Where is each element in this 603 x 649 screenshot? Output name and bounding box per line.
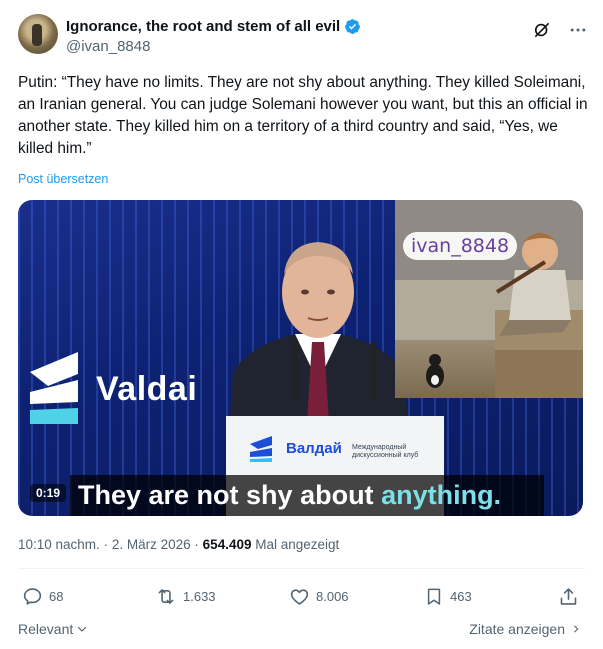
inset-image: ivan_8848 bbox=[395, 200, 583, 398]
bookmark-button[interactable]: 463 bbox=[424, 586, 472, 607]
author-display-name[interactable]: Ignorance, the root and stem of all evil bbox=[66, 18, 340, 35]
avatar[interactable] bbox=[18, 14, 58, 54]
grok-icon[interactable] bbox=[532, 20, 552, 40]
divider bbox=[18, 568, 585, 569]
chevron-right-icon bbox=[574, 625, 579, 633]
caption-highlight: anything. bbox=[381, 480, 502, 510]
podium-valdai-text: Валдай bbox=[286, 440, 342, 457]
bookmark-count: 463 bbox=[450, 589, 472, 604]
chevron-down-icon bbox=[78, 626, 87, 632]
share-icon bbox=[560, 588, 577, 605]
post-time[interactable]: 10:10 nachm. bbox=[18, 537, 100, 552]
reply-icon bbox=[23, 588, 42, 605]
action-bar: 68 1.633 8.006 463 bbox=[18, 586, 588, 610]
tweet-text: Putin: “They have no limits. They are no… bbox=[18, 74, 592, 157]
repost-icon bbox=[158, 589, 174, 604]
quotes-label: Zitate anzeigen bbox=[469, 621, 565, 637]
meta-separator: · bbox=[103, 537, 109, 552]
author-handle[interactable]: @ivan_8848 bbox=[66, 38, 150, 55]
view-count-label: Mal angezeigt bbox=[255, 537, 340, 552]
view-quotes-link[interactable]: Zitate anzeigen bbox=[469, 621, 581, 637]
bookmark-icon bbox=[427, 588, 441, 605]
like-icon bbox=[290, 589, 309, 605]
video-timestamp: 0:19 bbox=[30, 484, 67, 502]
like-count: 8.006 bbox=[316, 589, 349, 604]
author-name-row[interactable]: Ignorance, the root and stem of all evil bbox=[66, 17, 361, 35]
sort-label: Relevant bbox=[18, 621, 74, 637]
inset-scene bbox=[395, 200, 583, 398]
reply-count: 68 bbox=[49, 589, 64, 604]
inset-watermark: ivan_8848 bbox=[403, 232, 518, 260]
caption-text: They are not shy about bbox=[78, 480, 382, 510]
like-button[interactable]: 8.006 bbox=[289, 586, 349, 607]
header-actions bbox=[532, 20, 588, 40]
video-player[interactable]: Valdai Валдай Международный дискуссионны… bbox=[18, 200, 583, 516]
repost-count: 1.633 bbox=[183, 589, 216, 604]
repost-button[interactable]: 1.633 bbox=[155, 586, 216, 607]
verified-icon bbox=[345, 18, 361, 34]
video-caption: They are not shy about anything. bbox=[78, 480, 501, 511]
reply-button[interactable]: 68 bbox=[22, 586, 63, 607]
meta-separator: · bbox=[194, 537, 199, 552]
post-date[interactable]: 2. März 2026 bbox=[112, 537, 191, 552]
sort-dropdown[interactable]: Relevant bbox=[18, 621, 88, 637]
translate-link[interactable]: Post übersetzen bbox=[18, 172, 108, 186]
more-icon[interactable] bbox=[568, 20, 588, 40]
podium-subtext: Международный дискуссионный клуб bbox=[352, 444, 419, 459]
tweet-header: Ignorance, the root and stem of all evil… bbox=[18, 14, 588, 58]
podium-logo-icon bbox=[250, 436, 272, 462]
tweet-meta: 10:10 nachm. · 2. März 2026 · 654.409 Ma… bbox=[18, 537, 339, 552]
share-button[interactable] bbox=[558, 586, 579, 607]
backdrop-valdai-text: Valdai bbox=[96, 370, 198, 408]
view-count: 654.409 bbox=[202, 537, 252, 552]
valdai-logo-icon bbox=[30, 352, 78, 424]
